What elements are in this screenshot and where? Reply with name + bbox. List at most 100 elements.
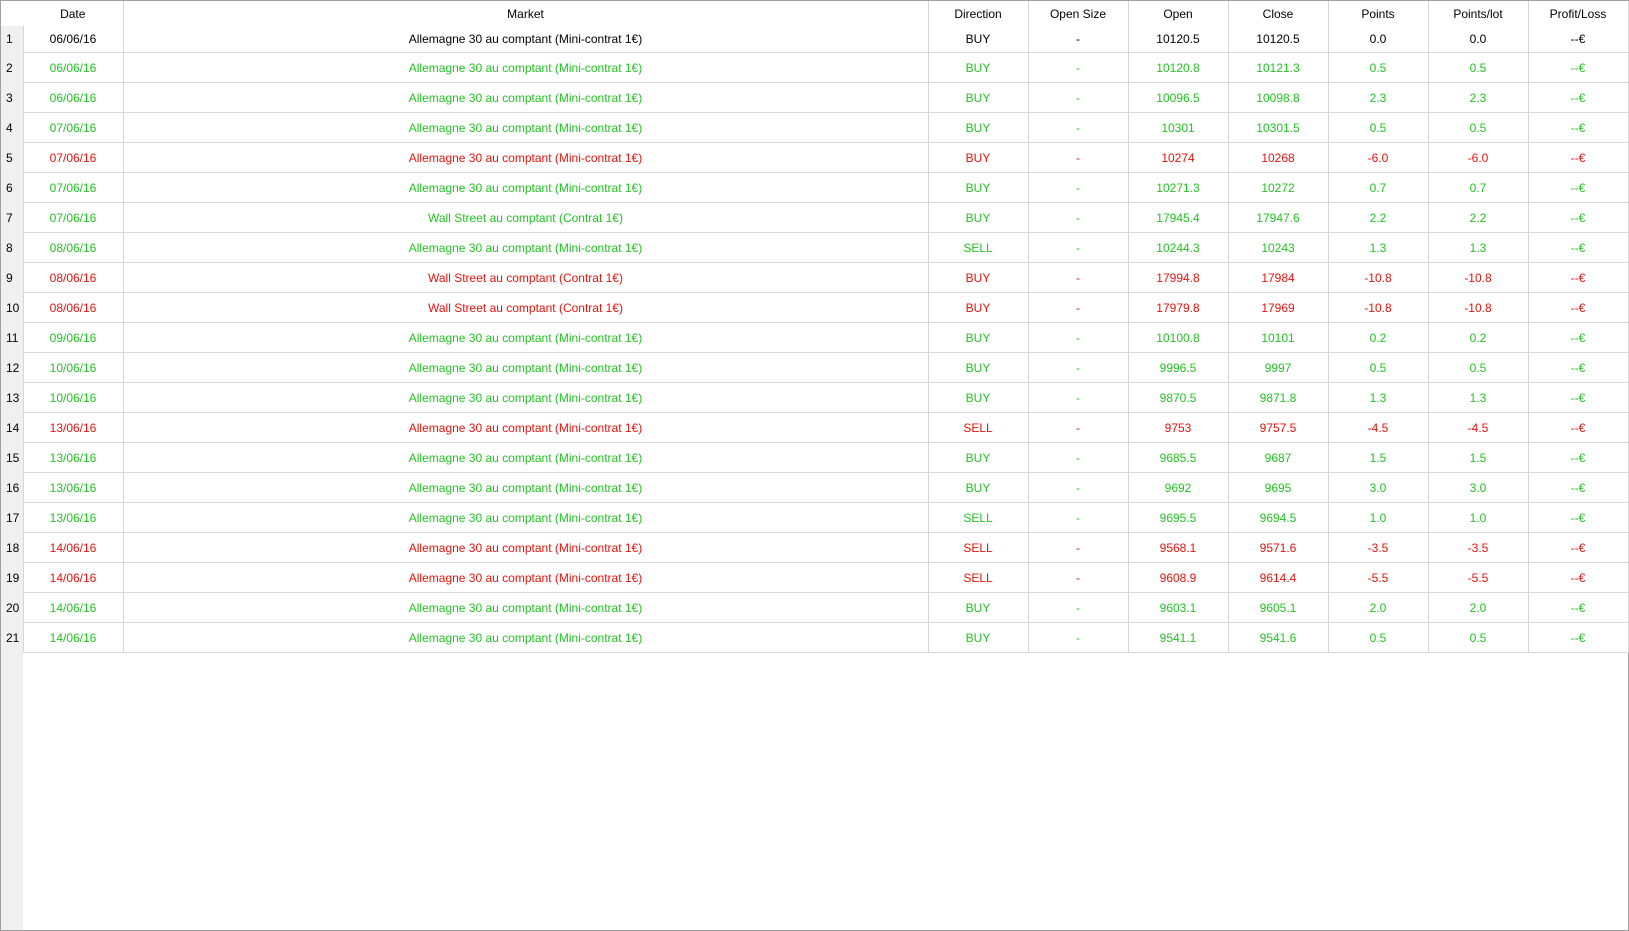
- cell-open[interactable]: 17945.4: [1128, 202, 1229, 233]
- cell-profit-loss[interactable]: --€: [1528, 562, 1629, 593]
- cell-points-per-lot[interactable]: -4.5: [1428, 412, 1529, 443]
- cell-profit-loss[interactable]: --€: [1528, 352, 1629, 383]
- cell-points[interactable]: 0.0: [1328, 26, 1429, 53]
- cell-profit-loss[interactable]: --€: [1528, 292, 1629, 323]
- cell-market[interactable]: Allemagne 30 au comptant (Mini-contrat 1…: [123, 412, 929, 443]
- cell-direction[interactable]: BUY: [928, 112, 1029, 143]
- cell-points-per-lot[interactable]: 2.2: [1428, 202, 1529, 233]
- cell-open-size[interactable]: -: [1028, 26, 1129, 53]
- cell-points-per-lot[interactable]: 2.3: [1428, 82, 1529, 113]
- cell-points[interactable]: 0.5: [1328, 52, 1429, 83]
- cell-points[interactable]: -4.5: [1328, 412, 1429, 443]
- cell-open[interactable]: 9870.5: [1128, 382, 1229, 413]
- cell-market[interactable]: Allemagne 30 au comptant (Mini-contrat 1…: [123, 592, 929, 623]
- row-number[interactable]: 12: [1, 352, 24, 383]
- cell-points-per-lot[interactable]: 0.0: [1428, 26, 1529, 53]
- column-header-date[interactable]: Date: [23, 1, 124, 26]
- table-row[interactable]: 4 07/06/16 Allemagne 30 au comptant (Mini-…: [1, 112, 1629, 143]
- cell-points-per-lot[interactable]: 1.3: [1428, 382, 1529, 413]
- cell-open[interactable]: 9541.1: [1128, 622, 1229, 653]
- cell-direction[interactable]: SELL: [928, 562, 1029, 593]
- cell-points[interactable]: 2.3: [1328, 82, 1429, 113]
- row-number[interactable]: 3: [1, 82, 24, 113]
- cell-open-size[interactable]: -: [1028, 142, 1129, 173]
- cell-profit-loss[interactable]: --€: [1528, 532, 1629, 563]
- cell-market[interactable]: Allemagne 30 au comptant (Mini-contrat 1…: [123, 82, 929, 113]
- cell-close[interactable]: 9614.4: [1228, 562, 1329, 593]
- cell-direction[interactable]: BUY: [928, 382, 1029, 413]
- cell-open[interactable]: 10100.8: [1128, 322, 1229, 353]
- cell-profit-loss[interactable]: --€: [1528, 172, 1629, 203]
- cell-open[interactable]: 9692: [1128, 472, 1229, 503]
- cell-close[interactable]: 9605.1: [1228, 592, 1329, 623]
- cell-market[interactable]: Allemagne 30 au comptant (Mini-contrat 1…: [123, 442, 929, 473]
- cell-date[interactable]: 08/06/16: [23, 262, 124, 293]
- row-number[interactable]: 16: [1, 472, 24, 503]
- cell-open[interactable]: 10244.3: [1128, 232, 1229, 263]
- table-row[interactable]: 12 10/06/16 Allemagne 30 au comptant (Mini…: [1, 352, 1629, 383]
- cell-open[interactable]: 9695.5: [1128, 502, 1229, 533]
- row-number[interactable]: 11: [1, 322, 24, 353]
- cell-points[interactable]: -10.8: [1328, 262, 1429, 293]
- cell-points[interactable]: 1.3: [1328, 382, 1429, 413]
- cell-market[interactable]: Allemagne 30 au comptant (Mini-contrat 1…: [123, 622, 929, 653]
- cell-points[interactable]: 0.5: [1328, 352, 1429, 383]
- cell-open[interactable]: 9568.1: [1128, 532, 1229, 563]
- table-row[interactable]: 21 14/06/16 Allemagne 30 au comptant (Mini…: [1, 622, 1629, 653]
- cell-market[interactable]: Wall Street au comptant (Contrat 1€): [123, 262, 929, 293]
- cell-open[interactable]: 9996.5: [1128, 352, 1229, 383]
- row-number[interactable]: 6: [1, 172, 24, 203]
- cell-points-per-lot[interactable]: -10.8: [1428, 292, 1529, 323]
- cell-date[interactable]: 13/06/16: [23, 412, 124, 443]
- cell-date[interactable]: 09/06/16: [23, 322, 124, 353]
- cell-date[interactable]: 14/06/16: [23, 592, 124, 623]
- cell-open-size[interactable]: -: [1028, 622, 1129, 653]
- cell-market[interactable]: Allemagne 30 au comptant (Mini-contrat 1…: [123, 112, 929, 143]
- cell-date[interactable]: 14/06/16: [23, 562, 124, 593]
- cell-close[interactable]: 10101: [1228, 322, 1329, 353]
- column-header-points-per-lot[interactable]: Points/lot: [1428, 1, 1529, 26]
- cell-date[interactable]: 07/06/16: [23, 112, 124, 143]
- cell-date[interactable]: 13/06/16: [23, 502, 124, 533]
- row-number[interactable]: 17: [1, 502, 24, 533]
- table-row[interactable]: 10 08/06/16 Wall Street au comptant (Contr…: [1, 292, 1629, 323]
- cell-points[interactable]: -6.0: [1328, 142, 1429, 173]
- cell-open-size[interactable]: -: [1028, 352, 1129, 383]
- cell-points[interactable]: 1.0: [1328, 502, 1429, 533]
- cell-close[interactable]: 17984: [1228, 262, 1329, 293]
- cell-points-per-lot[interactable]: 3.0: [1428, 472, 1529, 503]
- cell-close[interactable]: 10120.5: [1228, 26, 1329, 53]
- cell-open-size[interactable]: -: [1028, 262, 1129, 293]
- row-number[interactable]: 8: [1, 232, 24, 263]
- cell-profit-loss[interactable]: --€: [1528, 472, 1629, 503]
- cell-date[interactable]: 10/06/16: [23, 382, 124, 413]
- cell-market[interactable]: Wall Street au comptant (Contrat 1€): [123, 292, 929, 323]
- cell-points-per-lot[interactable]: -10.8: [1428, 262, 1529, 293]
- cell-close[interactable]: 9694.5: [1228, 502, 1329, 533]
- cell-close[interactable]: 9695: [1228, 472, 1329, 503]
- cell-direction[interactable]: BUY: [928, 172, 1029, 203]
- column-header-close[interactable]: Close: [1228, 1, 1329, 26]
- table-row[interactable]: 20 14/06/16 Allemagne 30 au comptant (Mini…: [1, 592, 1629, 623]
- cell-open[interactable]: 9685.5: [1128, 442, 1229, 473]
- cell-points[interactable]: 2.2: [1328, 202, 1429, 233]
- row-number[interactable]: 19: [1, 562, 24, 593]
- cell-date[interactable]: 07/06/16: [23, 202, 124, 233]
- cell-open[interactable]: 10120.8: [1128, 52, 1229, 83]
- cell-points[interactable]: 0.2: [1328, 322, 1429, 353]
- cell-direction[interactable]: BUY: [928, 592, 1029, 623]
- cell-points[interactable]: 0.7: [1328, 172, 1429, 203]
- table-row[interactable]: 1 06/06/16 Allemagne 30 au comptant (Mini-…: [1, 26, 1629, 53]
- row-number[interactable]: 1: [1, 26, 24, 53]
- cell-points-per-lot[interactable]: 2.0: [1428, 592, 1529, 623]
- cell-points-per-lot[interactable]: 1.5: [1428, 442, 1529, 473]
- cell-close[interactable]: 10268: [1228, 142, 1329, 173]
- cell-market[interactable]: Allemagne 30 au comptant (Mini-contrat 1…: [123, 26, 929, 53]
- cell-direction[interactable]: BUY: [928, 262, 1029, 293]
- cell-market[interactable]: Allemagne 30 au comptant (Mini-contrat 1…: [123, 352, 929, 383]
- row-number[interactable]: 15: [1, 442, 24, 473]
- cell-date[interactable]: 08/06/16: [23, 232, 124, 263]
- cell-market[interactable]: Allemagne 30 au comptant (Mini-contrat 1…: [123, 322, 929, 353]
- cell-open-size[interactable]: -: [1028, 502, 1129, 533]
- cell-points-per-lot[interactable]: 1.0: [1428, 502, 1529, 533]
